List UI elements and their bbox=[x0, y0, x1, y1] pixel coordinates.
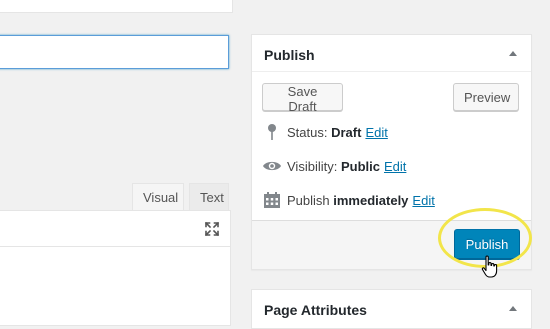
tab-text[interactable]: Text bbox=[189, 183, 229, 211]
collapse-arrow-icon[interactable] bbox=[509, 306, 517, 311]
visibility-label: Visibility: bbox=[287, 158, 338, 174]
post-title-input[interactable] bbox=[0, 35, 229, 69]
edit-status-link[interactable]: Edit bbox=[365, 125, 387, 140]
visibility-value: Public bbox=[340, 158, 380, 174]
fullscreen-icon[interactable] bbox=[204, 221, 220, 237]
editor-toolbar bbox=[0, 210, 231, 247]
preview-button[interactable]: Preview bbox=[453, 83, 519, 111]
calendar-icon bbox=[262, 191, 282, 209]
publish-box: Publish Save Draft Preview Status: Draft… bbox=[251, 34, 532, 270]
tab-visual[interactable]: Visual bbox=[132, 183, 184, 211]
pin-icon bbox=[262, 123, 282, 141]
edit-schedule-link[interactable]: Edit bbox=[412, 193, 434, 208]
eye-icon bbox=[262, 157, 282, 175]
publish-button[interactable]: Publish bbox=[454, 229, 520, 259]
publish-box-header[interactable]: Publish bbox=[252, 35, 531, 72]
page-attributes-box: Page Attributes bbox=[251, 289, 532, 329]
status-label: Status: bbox=[287, 124, 328, 140]
edit-visibility-link[interactable]: Edit bbox=[384, 159, 406, 174]
collapse-arrow-icon[interactable] bbox=[509, 51, 517, 56]
status-row: Status: Draft Edit bbox=[262, 123, 388, 141]
publish-box-title: Publish bbox=[264, 47, 315, 63]
status-value: Draft bbox=[331, 124, 362, 140]
schedule-value: immediately bbox=[333, 192, 409, 208]
page-attributes-title: Page Attributes bbox=[264, 302, 367, 318]
visibility-row: Visibility: Public Edit bbox=[262, 157, 406, 175]
schedule-label: Publish bbox=[287, 192, 330, 208]
save-draft-button[interactable]: Save Draft bbox=[262, 83, 343, 114]
previous-panel-edge bbox=[0, 0, 233, 13]
schedule-row: Publish immediately Edit bbox=[262, 191, 435, 209]
editor-content-area[interactable] bbox=[0, 246, 231, 326]
